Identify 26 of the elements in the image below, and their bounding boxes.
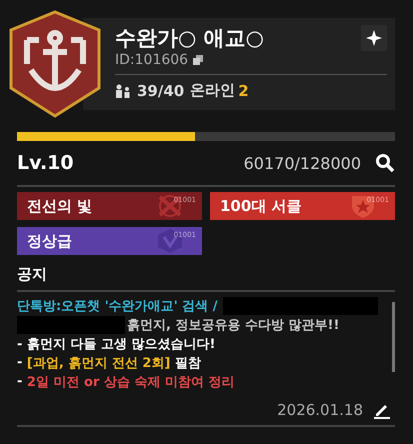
notice-text: 필참 bbox=[174, 354, 201, 372]
copy-icon[interactable] bbox=[193, 55, 204, 65]
online-count: 2 bbox=[238, 82, 249, 100]
notice-text: 단톡방:오픈챗 '수완가애교' 검색 / bbox=[17, 298, 218, 314]
tag-label: 정상급 bbox=[27, 232, 72, 250]
level-label: Lv.10 bbox=[17, 152, 74, 174]
tag-label: 전선의 빛 bbox=[27, 196, 92, 216]
guild-name: 수완가○ 애교○ bbox=[115, 25, 264, 52]
anchor-emblem-icon bbox=[7, 10, 103, 118]
member-count: 39/40 bbox=[137, 82, 184, 100]
notice-text: - bbox=[17, 374, 24, 389]
search-icon[interactable] bbox=[375, 153, 395, 173]
online-label: 온라인 bbox=[190, 81, 236, 100]
members-icon bbox=[115, 84, 131, 98]
notice-text: - 흙먼지 다들 고생 많으셨습니다! bbox=[17, 336, 216, 352]
notice-text: 2일 미전 or 상습 숙제 미참여 정리 bbox=[26, 374, 234, 390]
notice-title: 공지 bbox=[17, 265, 395, 292]
notice-date: 2026.01.18 bbox=[277, 401, 363, 419]
tag-label: 100대 서클 bbox=[220, 196, 302, 216]
notice-text: 흙먼지, 정보공유용 수다방 많관부!! bbox=[127, 316, 340, 334]
notice-text: - bbox=[17, 355, 24, 370]
exp-value: 60170/128000 bbox=[244, 154, 361, 172]
diamond-star-icon bbox=[366, 30, 382, 46]
notice-text: [과업, 흙먼지 전선 2회] bbox=[26, 354, 170, 372]
guild-id: ID:101606 bbox=[115, 52, 188, 68]
settings-button[interactable] bbox=[361, 25, 387, 51]
